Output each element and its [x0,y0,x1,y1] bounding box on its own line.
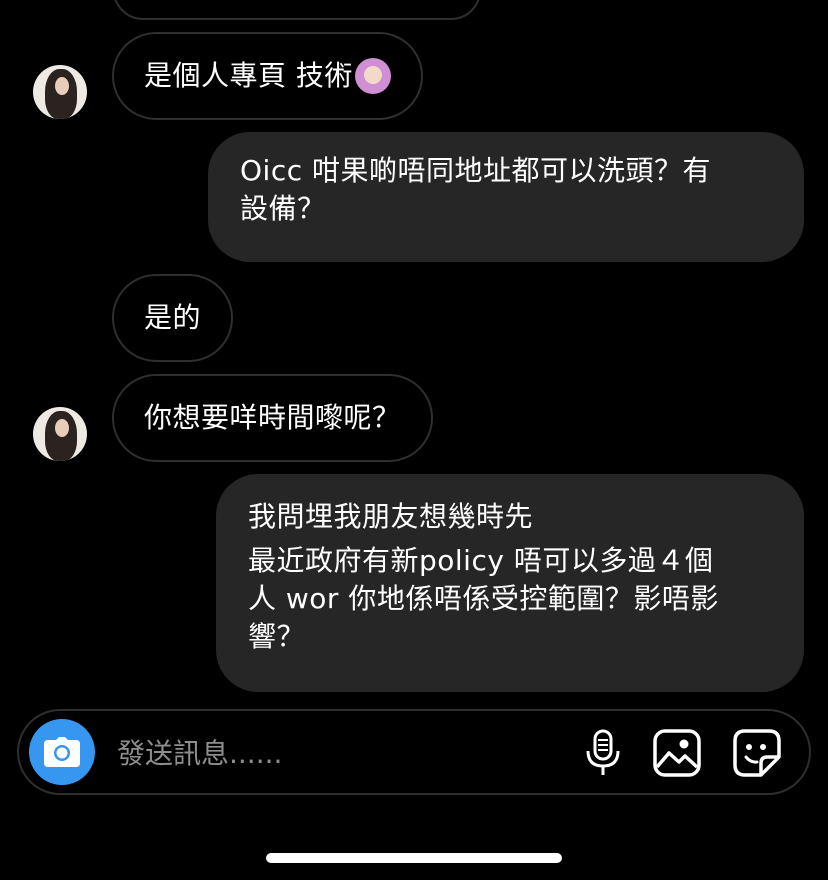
incoming-message-bubble[interactable]: 是個人專頁 技術 [112,32,423,120]
sticker-button[interactable] [731,727,783,779]
message-text-line: Oicc 咁果啲唔同地址都可以洗頭？有 [240,154,712,187]
message-text: 你想要咩時間嚟呢？ [144,401,401,434]
message-text: 是的 [144,301,202,334]
message-thread[interactable]: 是個人專頁 技術 Oicc 咁果啲唔同地址都可以洗頭？有 設備？ 是的 你想要咩… [0,0,828,705]
home-indicator[interactable] [266,853,562,863]
person-gesturing-ok-emoji [354,58,391,94]
message-composer [17,709,811,795]
message-text-line: 我問埋我朋友想幾時先 [248,500,534,533]
sticker-icon [733,729,781,777]
microphone-icon [586,729,620,775]
message-input[interactable] [115,729,559,777]
incoming-message-bubble[interactable]: 你想要咩時間嚟呢？ [112,374,433,462]
message-text: 是個人專頁 技術 [144,59,353,92]
gallery-button[interactable] [651,727,703,779]
message-text-line: 響？ [248,620,306,653]
outgoing-message-bubble[interactable]: 我問埋我朋友想幾時先 最近政府有新policy 唔可以多過４個 人 wor 你地… [216,474,804,692]
avatar[interactable] [33,65,87,119]
message-bubble-partial[interactable] [113,0,481,20]
camera-button[interactable] [29,719,95,785]
message-text-line: 最近政府有新policy 唔可以多過４個 [248,544,714,577]
outgoing-message-bubble[interactable]: Oicc 咁果啲唔同地址都可以洗頭？有 設備？ [208,132,804,262]
message-text-line: 設備？ [240,192,326,225]
camera-icon [44,737,80,767]
microphone-button[interactable] [577,727,629,779]
image-icon [653,729,701,777]
avatar[interactable] [33,407,87,461]
message-text-line: 人 wor 你地係唔係受控範圍？影唔影 [248,582,719,615]
incoming-message-bubble[interactable]: 是的 [112,274,234,362]
